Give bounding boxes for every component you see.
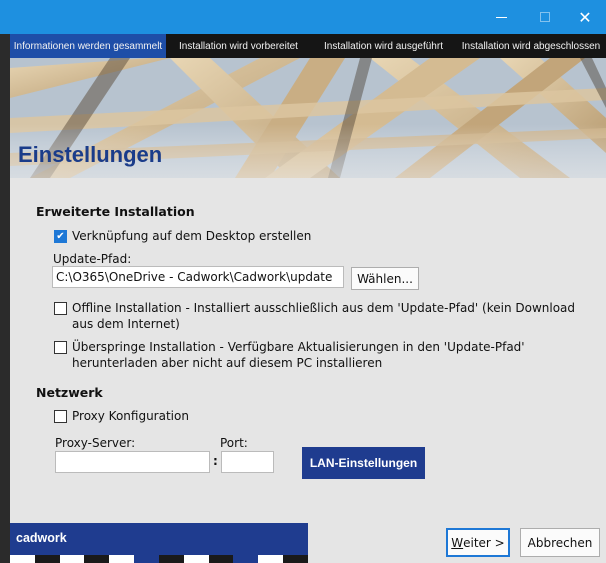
offline-install-label-line1: Offline Installation - Installiert aussc…: [72, 301, 576, 315]
settings-panel: Erweiterte Installation ✔ Verknüpfung au…: [10, 178, 606, 523]
step-label: Installation wird vorbereitet: [179, 40, 298, 52]
brand-stripes: [10, 555, 308, 563]
network-heading: Netzwerk: [36, 385, 103, 400]
skip-install-label: Überspringe Installation - Verfügbare Ak…: [72, 339, 525, 371]
offline-install-label: Offline Installation - Installiert aussc…: [72, 300, 575, 332]
step-label: Installation wird abgeschlossen: [461, 40, 601, 52]
maximize-button[interactable]: [524, 0, 566, 34]
skip-install-label-line1: Überspringe Installation - Verfügbare Ak…: [72, 340, 525, 354]
port-input[interactable]: [221, 451, 274, 473]
checkmark-icon: ✔: [56, 230, 65, 242]
maximize-icon: [540, 12, 550, 22]
desktop-shortcut-label: Verknüpfung auf dem Desktop erstellen: [72, 229, 312, 243]
close-icon: ✕: [578, 7, 592, 27]
desktop-shortcut-option[interactable]: ✔ Verknüpfung auf dem Desktop erstellen: [54, 228, 311, 244]
step-label: Installation wird ausgeführt: [324, 40, 443, 52]
skip-install-label-line2: herunterladen aber nicht auf diesem PC i…: [72, 356, 383, 370]
header-banner: Einstellungen: [10, 58, 606, 178]
offline-install-label-line2: aus dem Internet): [72, 317, 180, 331]
proxy-server-input[interactable]: [55, 451, 210, 473]
step-collecting-info: Informationen werden gesammelt: [10, 34, 166, 58]
left-edge-strip: [0, 34, 10, 563]
page-title: Einstellungen: [18, 142, 163, 167]
update-path-input[interactable]: [52, 266, 344, 288]
skip-install-checkbox[interactable]: [54, 341, 67, 354]
port-separator: :: [213, 454, 218, 468]
minimize-icon: [495, 16, 507, 18]
installer-window: ✕ Informationen werden gesammelt Install…: [0, 0, 606, 563]
proxy-config-label: Proxy Konfiguration: [72, 409, 189, 423]
next-button[interactable]: Weiter >: [446, 528, 510, 557]
step-preparing: Installation wird vorbereitet: [166, 34, 311, 58]
brand-logo-text: cadwork: [16, 531, 67, 545]
next-button-label: eiter >: [463, 535, 505, 550]
progress-steps: Informationen werden gesammelt Installat…: [10, 34, 606, 58]
minimize-button[interactable]: [480, 0, 522, 34]
proxy-server-label: Proxy-Server:: [55, 436, 136, 450]
skip-install-option[interactable]: Überspringe Installation - Verfügbare Ak…: [54, 339, 525, 371]
step-finishing: Installation wird abgeschlossen: [456, 34, 606, 58]
next-button-accesskey: W: [451, 535, 464, 550]
offline-install-checkbox[interactable]: [54, 302, 67, 315]
lan-settings-button[interactable]: LAN-Einstellungen: [302, 447, 425, 479]
update-path-label: Update-Pfad:: [53, 252, 132, 266]
advanced-install-heading: Erweiterte Installation: [36, 204, 195, 219]
proxy-config-checkbox[interactable]: [54, 410, 67, 423]
proxy-config-option[interactable]: Proxy Konfiguration: [54, 408, 189, 424]
offline-install-option[interactable]: Offline Installation - Installiert aussc…: [54, 300, 575, 332]
cancel-button[interactable]: Abbrechen: [520, 528, 600, 557]
step-executing: Installation wird ausgeführt: [311, 34, 456, 58]
brand-bar: cadwork: [10, 523, 308, 563]
footer-bar: cadwork Weiter > Abbrechen: [10, 523, 606, 563]
browse-button[interactable]: Wählen...: [351, 267, 419, 290]
port-label: Port:: [220, 436, 248, 450]
step-label: Informationen werden gesammelt: [13, 40, 163, 52]
close-button[interactable]: ✕: [564, 0, 606, 34]
title-bar: ✕: [0, 0, 606, 34]
desktop-shortcut-checkbox[interactable]: ✔: [54, 230, 67, 243]
